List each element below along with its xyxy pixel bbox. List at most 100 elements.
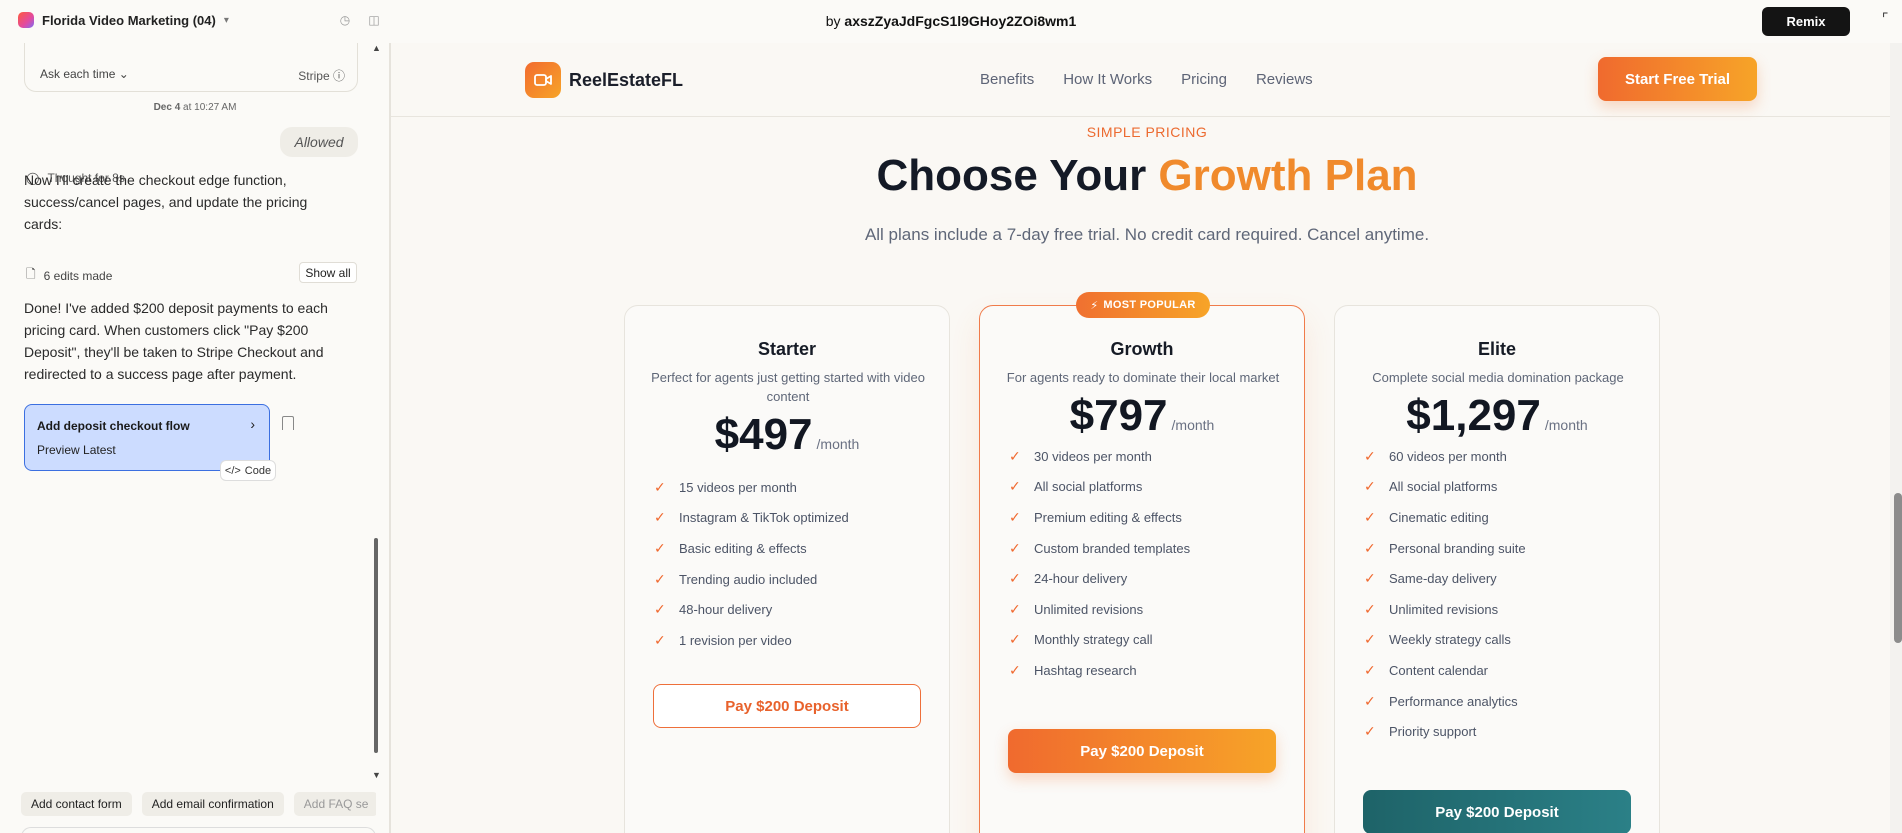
preview-scrollbar[interactable]: [1894, 493, 1902, 643]
check-icon: ✓: [1364, 539, 1376, 556]
feature-item: ✓ Trending audio included: [654, 564, 849, 595]
pricing-card-starter: Starter Perfect for agents just getting …: [624, 305, 950, 833]
help-icon[interactable]: ⓘ: [333, 69, 345, 83]
nav-link-how-it-works[interactable]: How It Works: [1063, 71, 1152, 88]
start-free-trial-button[interactable]: Start Free Trial: [1598, 57, 1757, 101]
sidebar-scrollbar[interactable]: [374, 538, 378, 753]
pay-deposit-button[interactable]: Pay $200 Deposit: [653, 684, 921, 728]
check-icon: ✓: [1364, 447, 1376, 464]
feature-text: Basic editing & effects: [679, 540, 807, 556]
feature-text: All social platforms: [1389, 479, 1498, 495]
feature-text: 60 videos per month: [1389, 448, 1507, 464]
nav-link-benefits[interactable]: Benefits: [980, 71, 1034, 88]
plan-price: $497/month: [625, 410, 949, 460]
feature-text: Hashtag research: [1034, 662, 1137, 678]
scroll-up-icon[interactable]: ▲: [372, 43, 381, 53]
feature-item: ✓ 30 videos per month: [1009, 441, 1190, 472]
feature-item: ✓ 24-hour delivery: [1009, 563, 1190, 594]
code-label: Code: [244, 464, 272, 477]
suggestion-chip[interactable]: Add email confirmation: [141, 792, 284, 816]
feature-text: 24-hour delivery: [1034, 571, 1128, 587]
feature-text: Custom branded templates: [1034, 540, 1191, 556]
chat-input[interactable]: [21, 827, 376, 833]
code-icon: </>: [224, 464, 241, 477]
author-id[interactable]: axszZyaJdFgcS1l9GHoy2ZOi8wm1: [844, 13, 1076, 29]
feature-item: ✓ Custom branded templates: [1009, 533, 1190, 564]
check-icon: ✓: [1009, 508, 1021, 525]
nav-link-pricing[interactable]: Pricing: [1181, 71, 1227, 88]
check-icon: ✓: [654, 570, 666, 587]
check-icon: ✓: [1009, 570, 1021, 587]
allowed-bubble: Allowed: [280, 127, 358, 157]
most-popular-badge: ⚡ MOST POPULAR: [1076, 292, 1210, 318]
feature-text: Weekly strategy calls: [1389, 632, 1511, 648]
lightning-icon: ⚡: [1090, 299, 1099, 312]
bookmark-icon[interactable]: [282, 416, 294, 430]
feature-text: Performance analytics: [1389, 693, 1518, 709]
plan-description: Perfect for agents just getting started …: [651, 370, 925, 404]
suggestion-chip[interactable]: Add FAQ se: [293, 792, 376, 816]
stripe-label: Stripe ⓘ: [298, 67, 345, 84]
check-icon: ✓: [1364, 631, 1376, 648]
site-brand[interactable]: ReelEstateFL: [525, 62, 683, 98]
chevron-down-icon: ⌄: [118, 67, 129, 81]
price-period: /month: [1171, 417, 1215, 433]
feature-text: Unlimited revisions: [1389, 601, 1499, 617]
check-icon: ✓: [1364, 600, 1376, 617]
badge-label: MOST POPULAR: [1103, 299, 1196, 311]
check-icon: ✓: [1364, 661, 1376, 678]
feature-item: ✓ Unlimited revisions: [1364, 594, 1526, 625]
title-accent: Growth Plan: [1158, 151, 1418, 200]
feature-item: ✓ All social platforms: [1009, 472, 1190, 503]
remix-button[interactable]: Remix: [1762, 7, 1850, 36]
by-label: by: [825, 13, 841, 29]
feature-item: ✓ 15 videos per month: [654, 472, 849, 503]
check-icon: ✓: [1009, 600, 1021, 617]
price-amount: $797: [1069, 391, 1168, 440]
feature-item: ✓ Personal branding suite: [1364, 533, 1526, 564]
feature-list: ✓ 60 videos per month ✓ All social platfor…: [1364, 441, 1526, 747]
feature-text: Priority support: [1389, 724, 1477, 740]
check-icon: ✓: [654, 539, 666, 556]
feature-item: ✓ Priority support: [1364, 716, 1526, 747]
feature-item: ✓ 48-hour delivery: [654, 594, 849, 625]
plan-name: Starter: [757, 339, 817, 359]
pay-deposit-button[interactable]: Pay $200 Deposit: [1008, 729, 1276, 773]
ask-each-time-dropdown[interactable]: Ask each time ⌄: [40, 67, 129, 81]
price-amount: $1,297: [1406, 391, 1541, 440]
title-plain: Choose Your: [876, 151, 1159, 200]
scroll-down-icon[interactable]: ▼: [372, 770, 381, 780]
feature-text: 30 videos per month: [1034, 448, 1152, 464]
feature-item: ✓ Weekly strategy calls: [1364, 625, 1526, 656]
feature-text: Content calendar: [1389, 662, 1489, 678]
preview-latest-link[interactable]: Preview Latest: [37, 443, 116, 457]
feature-item: ✓ Same-day delivery: [1364, 563, 1526, 594]
price-amount: $497: [714, 410, 813, 459]
check-icon: ✓: [654, 478, 666, 495]
resize-handle-icon[interactable]: ⌜: [1882, 10, 1900, 30]
author-line: by axszZyaJdFgcS1l9GHoy2ZOi8wm1: [0, 13, 1902, 29]
pay-deposit-button[interactable]: Pay $200 Deposit: [1363, 790, 1631, 833]
check-icon: ✓: [1364, 692, 1376, 709]
suggestion-chip[interactable]: Add contact form: [21, 792, 132, 816]
brand-name: ReelEstateFL: [569, 69, 684, 90]
check-icon: ✓: [1364, 723, 1376, 740]
section-subtitle: All plans include a 7-day free trial. No…: [864, 225, 1430, 244]
top-bar: Florida Video Marketing (04) ▾ ◷ ◫ by ax…: [0, 0, 1902, 43]
message-timestamp: Dec 4 at 10:27 AM: [0, 102, 390, 113]
feature-text: 48-hour delivery: [679, 602, 773, 618]
nav-link-reviews[interactable]: Reviews: [1256, 71, 1313, 88]
check-icon: ✓: [1364, 478, 1376, 495]
feature-item: ✓ Monthly strategy call: [1009, 625, 1190, 656]
code-button[interactable]: </> Code: [220, 460, 276, 481]
version-title: Add deposit checkout flow: [37, 419, 190, 433]
show-all-button[interactable]: Show all: [299, 262, 357, 283]
feature-text: All social platforms: [1034, 479, 1143, 495]
timestamp-time: at 10:27 AM: [183, 102, 237, 113]
feature-text: Cinematic editing: [1389, 509, 1489, 525]
check-icon: ✓: [1009, 631, 1021, 648]
stripe-text: Stripe: [298, 69, 330, 83]
site-navbar: ReelEstateFL Benefits How It Works Prici…: [391, 43, 1902, 117]
price-period: /month: [816, 436, 860, 452]
check-icon: ✓: [654, 509, 666, 526]
